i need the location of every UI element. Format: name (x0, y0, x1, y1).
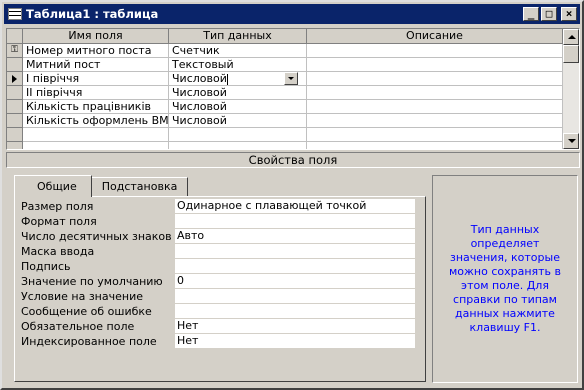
property-value-input[interactable]: Авто (175, 229, 415, 244)
field-name-cell[interactable]: I півріччя (23, 72, 169, 86)
table-row[interactable]: II півріччя Числовой (7, 86, 563, 100)
property-label: Обязательное поле (21, 320, 135, 333)
field-name-cell[interactable]: Кількість оформлень ВМД (23, 114, 169, 128)
scroll-thumb[interactable] (563, 45, 579, 63)
property-label: Значение по умолчанию (21, 275, 163, 288)
table-row[interactable]: ⚿ Номер митного поста Счетчик (7, 44, 563, 58)
data-type-cell[interactable] (169, 142, 307, 149)
property-value-input[interactable] (175, 214, 415, 229)
table-row[interactable]: I півріччя Числовой (7, 72, 563, 86)
row-selector[interactable] (7, 128, 23, 142)
window-title: Таблица1 : таблица (26, 7, 159, 21)
text-cursor (226, 73, 228, 85)
row-selector-header (7, 29, 23, 44)
property-value-input[interactable]: Одинарное с плавающей точкой (175, 199, 415, 214)
property-label: Маска ввода (21, 245, 95, 258)
property-row[interactable]: Сообщение об ошибке (21, 304, 415, 319)
primary-key-icon[interactable]: ⚿ (7, 44, 23, 58)
table-row[interactable]: Митний пост Текстовый (7, 58, 563, 72)
property-row[interactable]: Обязательное поле Нет (21, 319, 415, 334)
property-value-input[interactable] (175, 289, 415, 304)
property-label: Условие на значение (21, 290, 143, 303)
minimize-button[interactable]: _ (523, 7, 539, 21)
data-type-cell[interactable]: Числовой (169, 100, 307, 114)
chevron-down-icon[interactable] (284, 72, 298, 85)
close-button[interactable]: × (561, 7, 577, 21)
description-cell[interactable] (307, 114, 563, 128)
description-cell[interactable] (307, 72, 563, 86)
row-selector[interactable] (7, 114, 23, 128)
field-grid: Имя поля Тип данных Описание ⚿ Номер мит… (6, 28, 580, 150)
grid-header: Имя поля Тип данных Описание (7, 29, 563, 44)
property-value-input[interactable] (175, 304, 415, 319)
column-header-description[interactable]: Описание (307, 29, 563, 44)
help-text: Тип данных определяет значения, которые … (448, 223, 562, 334)
property-row[interactable]: Размер поля Одинарное с плавающей точкой (21, 199, 415, 214)
row-selector[interactable] (7, 100, 23, 114)
property-label: Подпись (21, 260, 71, 273)
data-type-cell[interactable]: Счетчик (169, 44, 307, 58)
property-label: Размер поля (21, 200, 94, 213)
data-type-cell[interactable]: Текстовый (169, 58, 307, 72)
row-selector[interactable] (7, 58, 23, 72)
general-properties-panel: Размер поля Одинарное с плавающей точкой … (14, 196, 426, 382)
property-label: Индексированное поле (21, 335, 157, 348)
property-value-input[interactable] (175, 244, 415, 259)
description-cell[interactable] (307, 86, 563, 100)
data-type-cell[interactable]: Числовой (169, 86, 307, 100)
column-header-data-type[interactable]: Тип данных (169, 29, 307, 44)
table-row[interactable] (7, 142, 563, 149)
data-type-cell[interactable]: Числовой (169, 114, 307, 128)
field-name-cell[interactable]: II півріччя (23, 86, 169, 100)
description-cell[interactable] (307, 142, 563, 149)
property-value-input[interactable]: Нет (175, 319, 415, 334)
property-row[interactable]: Маска ввода (21, 244, 415, 259)
title-bar[interactable]: Таблица1 : таблица _ □ × (4, 4, 580, 24)
properties-tabs: Общие Подстановка (14, 175, 189, 197)
column-header-field-name[interactable]: Имя поля (23, 29, 169, 44)
current-row-arrow-icon[interactable] (7, 72, 23, 86)
field-properties-title: Свойства поля (6, 152, 580, 168)
property-row[interactable]: Индексированное поле Нет (21, 334, 415, 349)
property-row[interactable]: Формат поля (21, 214, 415, 229)
field-name-cell[interactable] (23, 128, 169, 142)
tab-general[interactable]: Общие (14, 175, 92, 197)
property-label: Число десятичных знаков (21, 230, 172, 243)
scroll-down-icon[interactable] (563, 133, 579, 149)
description-cell[interactable] (307, 58, 563, 72)
tab-lookup[interactable]: Подстановка (90, 177, 189, 197)
data-type-cell[interactable] (169, 128, 307, 142)
field-name-cell[interactable] (23, 142, 169, 149)
table-row[interactable]: Кількість оформлень ВМД Числовой (7, 114, 563, 128)
property-value-input[interactable] (175, 259, 415, 274)
description-cell[interactable] (307, 128, 563, 142)
table-icon[interactable] (8, 8, 22, 20)
table-row[interactable] (7, 128, 563, 142)
property-label: Формат поля (21, 215, 97, 228)
field-name-cell[interactable]: Номер митного поста (23, 44, 169, 58)
vertical-scrollbar[interactable] (563, 29, 579, 149)
description-cell[interactable] (307, 100, 563, 114)
property-label: Сообщение об ошибке (21, 305, 152, 318)
property-value-input[interactable]: Нет (175, 334, 415, 349)
row-selector[interactable] (7, 86, 23, 100)
scroll-up-icon[interactable] (563, 29, 579, 45)
field-name-cell[interactable]: Кількість працівників (23, 100, 169, 114)
row-selector[interactable] (7, 142, 23, 149)
property-row[interactable]: Значение по умолчанию 0 (21, 274, 415, 289)
table-design-window: Таблица1 : таблица _ □ × Имя поля Тип да… (0, 0, 584, 390)
data-type-combo[interactable]: Числовой (169, 72, 307, 86)
field-name-cell[interactable]: Митний пост (23, 58, 169, 72)
property-row[interactable]: Число десятичных знаков Авто (21, 229, 415, 244)
table-row[interactable]: Кількість працівників Числовой (7, 100, 563, 114)
data-type-value: Числовой (172, 72, 227, 85)
help-panel: Тип данных определяет значения, которые … (432, 175, 578, 383)
maximize-button[interactable]: □ (541, 7, 557, 21)
property-row[interactable]: Условие на значение (21, 289, 415, 304)
description-cell[interactable] (307, 44, 563, 58)
property-value-input[interactable]: 0 (175, 274, 415, 289)
property-row[interactable]: Подпись (21, 259, 415, 274)
